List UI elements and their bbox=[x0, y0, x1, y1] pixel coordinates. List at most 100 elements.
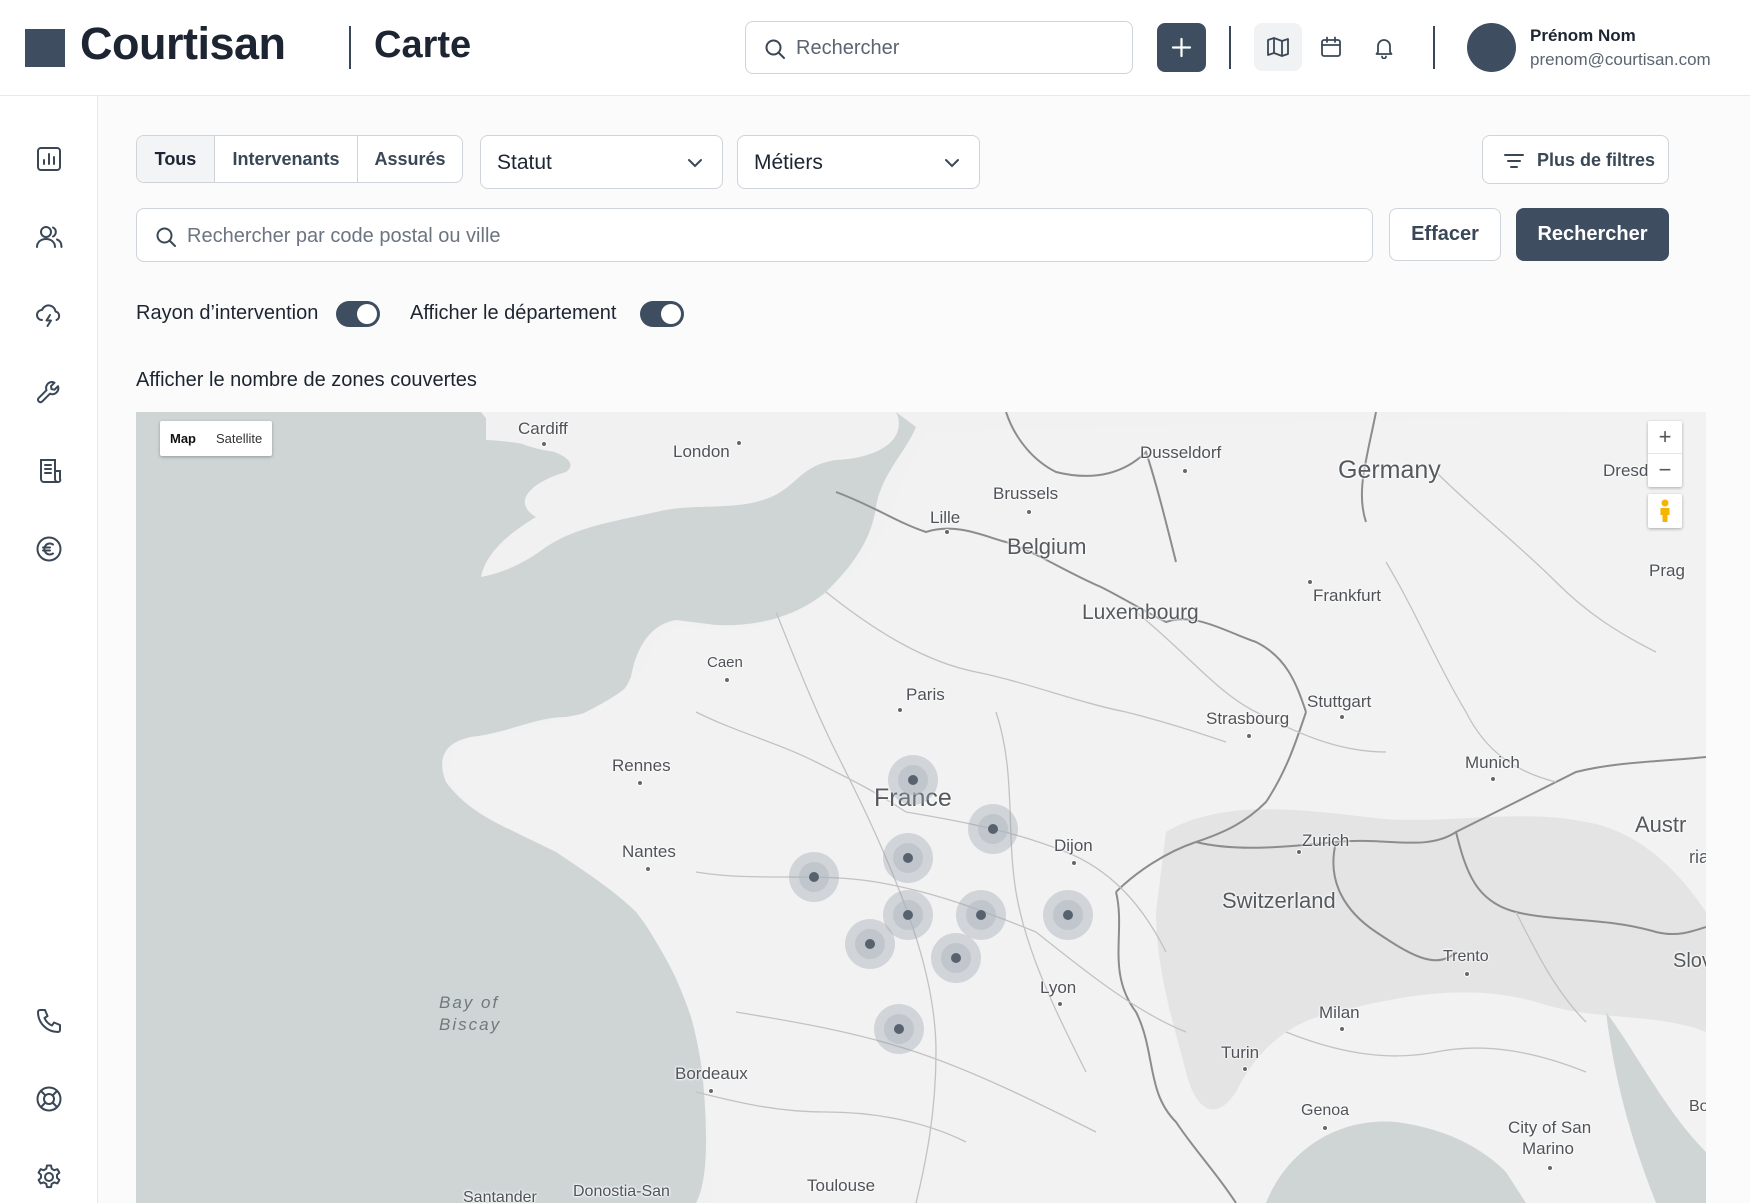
city-dot-lyon bbox=[1057, 1001, 1063, 1007]
sidebar-item-contact[interactable] bbox=[29, 1001, 69, 1041]
map-type-map[interactable]: Map bbox=[160, 421, 206, 456]
map-label-germany: Germany bbox=[1338, 456, 1441, 484]
calendar-button[interactable] bbox=[1307, 23, 1355, 71]
city-dot-nantes bbox=[645, 866, 651, 872]
sidebar-item-tools[interactable] bbox=[29, 373, 69, 413]
city-dot-rennes bbox=[637, 780, 643, 786]
trades-select[interactable]: Métiers bbox=[737, 135, 980, 189]
more-filters-label: Plus de filtres bbox=[1537, 150, 1656, 170]
user-email: prenom@courtisan.com bbox=[1530, 50, 1711, 69]
map-label-frankfurt: Frankfurt bbox=[1313, 586, 1382, 605]
global-search[interactable] bbox=[745, 21, 1133, 74]
search-icon bbox=[156, 227, 176, 247]
cloud-lightning-icon bbox=[36, 304, 61, 327]
calendar-icon bbox=[1321, 36, 1341, 57]
euro-icon bbox=[36, 536, 62, 562]
segment-insured[interactable]: Assurés bbox=[358, 136, 462, 182]
map-label-dijon: Dijon bbox=[1054, 836, 1093, 855]
city-dot-trento bbox=[1464, 971, 1470, 977]
map-label-rennes: Rennes bbox=[612, 756, 671, 775]
city-dot-genoa bbox=[1322, 1125, 1328, 1131]
map-view-button[interactable] bbox=[1254, 23, 1302, 71]
main-content: Tous Intervenants Assurés Statut Métiers… bbox=[98, 96, 1750, 1203]
map-label-dusseldorf: Dusseldorf bbox=[1140, 443, 1222, 462]
postal-search-input[interactable] bbox=[187, 220, 1337, 252]
sidebar bbox=[0, 96, 98, 1203]
add-button[interactable] bbox=[1157, 23, 1206, 72]
page-title: Carte bbox=[374, 24, 472, 66]
document-icon bbox=[40, 459, 62, 483]
city-dot-san-marino bbox=[1547, 1165, 1553, 1171]
zones-label: Afficher le nombre de zones couvertes bbox=[136, 369, 477, 391]
top-header: Courtisan Carte Prénom Nom prenom@courti… bbox=[0, 0, 1750, 96]
city-dot-cardiff bbox=[541, 441, 547, 447]
coverage-marker[interactable] bbox=[789, 852, 839, 902]
map-icon bbox=[1267, 37, 1289, 57]
map-label-san-marino-1: City of San bbox=[1508, 1118, 1592, 1137]
more-filters-button[interactable]: Plus de filtres bbox=[1482, 135, 1669, 184]
bell-icon bbox=[1375, 39, 1393, 59]
coverage-marker[interactable] bbox=[845, 919, 895, 969]
map-label-austria: Austr bbox=[1635, 812, 1687, 837]
city-dot-bordeaux bbox=[708, 1088, 714, 1094]
phone-icon bbox=[37, 1009, 61, 1033]
filter-lines-icon bbox=[1504, 154, 1524, 168]
coverage-marker[interactable] bbox=[931, 933, 981, 983]
users-icon bbox=[36, 226, 63, 248]
zoom-in-button[interactable]: + bbox=[1648, 421, 1682, 454]
segment-contractors[interactable]: Intervenants bbox=[215, 136, 358, 182]
type-segmented-control: Tous Intervenants Assurés bbox=[136, 135, 463, 183]
coverage-marker[interactable] bbox=[1043, 890, 1093, 940]
map-label-slovenia: Slov bbox=[1673, 950, 1706, 972]
map-label-stuttgart: Stuttgart bbox=[1307, 692, 1372, 711]
trades-select-value: Métiers bbox=[754, 151, 823, 174]
map-view[interactable]: Map Satellite + − Cardiff London Dusseld… bbox=[136, 412, 1706, 1203]
map-label-zurich: Zurich bbox=[1302, 831, 1350, 850]
map-label-belgium: Belgium bbox=[1007, 534, 1087, 559]
city-dot-dijon bbox=[1071, 860, 1077, 866]
sidebar-item-claims[interactable] bbox=[29, 295, 69, 335]
street-view-button[interactable] bbox=[1648, 494, 1682, 528]
map-label-lille: Lille bbox=[930, 508, 961, 527]
sidebar-item-documents[interactable] bbox=[29, 451, 69, 491]
city-dot-paris bbox=[897, 707, 903, 713]
avatar[interactable] bbox=[1467, 23, 1516, 72]
global-search-input[interactable] bbox=[796, 32, 1116, 64]
clear-button[interactable]: Effacer bbox=[1389, 208, 1501, 261]
user-name: Prénom Nom bbox=[1530, 26, 1636, 45]
zoom-out-button[interactable]: − bbox=[1648, 454, 1682, 487]
chevron-down-icon bbox=[688, 159, 702, 168]
header-divider-2 bbox=[1433, 26, 1435, 69]
coverage-marker[interactable] bbox=[874, 1004, 924, 1054]
sidebar-item-help[interactable] bbox=[29, 1079, 69, 1119]
coverage-marker[interactable] bbox=[956, 890, 1006, 940]
map-label-san-marino-2: Marino bbox=[1522, 1139, 1574, 1158]
coverage-marker[interactable] bbox=[888, 755, 938, 805]
department-toggle[interactable] bbox=[640, 301, 684, 327]
map-label-strasbourg: Strasbourg bbox=[1206, 709, 1290, 728]
city-dot-frankfurt bbox=[1307, 579, 1313, 585]
radius-toggle[interactable] bbox=[336, 301, 380, 327]
sidebar-item-users[interactable] bbox=[29, 217, 69, 257]
coverage-marker[interactable] bbox=[883, 833, 933, 883]
segment-all[interactable]: Tous bbox=[137, 136, 215, 182]
map-type-satellite[interactable]: Satellite bbox=[206, 421, 272, 456]
sidebar-item-finance[interactable] bbox=[29, 529, 69, 569]
status-select[interactable]: Statut bbox=[480, 135, 723, 189]
city-dot-dusseldorf bbox=[1182, 468, 1188, 474]
status-select-value: Statut bbox=[497, 151, 552, 174]
sidebar-item-dashboard[interactable] bbox=[29, 139, 69, 179]
map-label-toulouse: Toulouse bbox=[807, 1176, 876, 1195]
map-label-london: London bbox=[673, 442, 730, 461]
city-dot-milan bbox=[1339, 1026, 1345, 1032]
postal-search[interactable] bbox=[136, 208, 1373, 262]
city-dot-munich bbox=[1490, 776, 1496, 782]
city-dot-stuttgart bbox=[1339, 714, 1345, 720]
map-label-trento: Trento bbox=[1443, 948, 1489, 965]
coverage-marker[interactable] bbox=[968, 804, 1018, 854]
sidebar-item-settings[interactable] bbox=[29, 1157, 69, 1197]
map-label-milan: Milan bbox=[1319, 1003, 1360, 1022]
search-button[interactable]: Rechercher bbox=[1516, 208, 1669, 261]
search-icon bbox=[765, 39, 785, 59]
notifications-button[interactable] bbox=[1360, 23, 1408, 71]
